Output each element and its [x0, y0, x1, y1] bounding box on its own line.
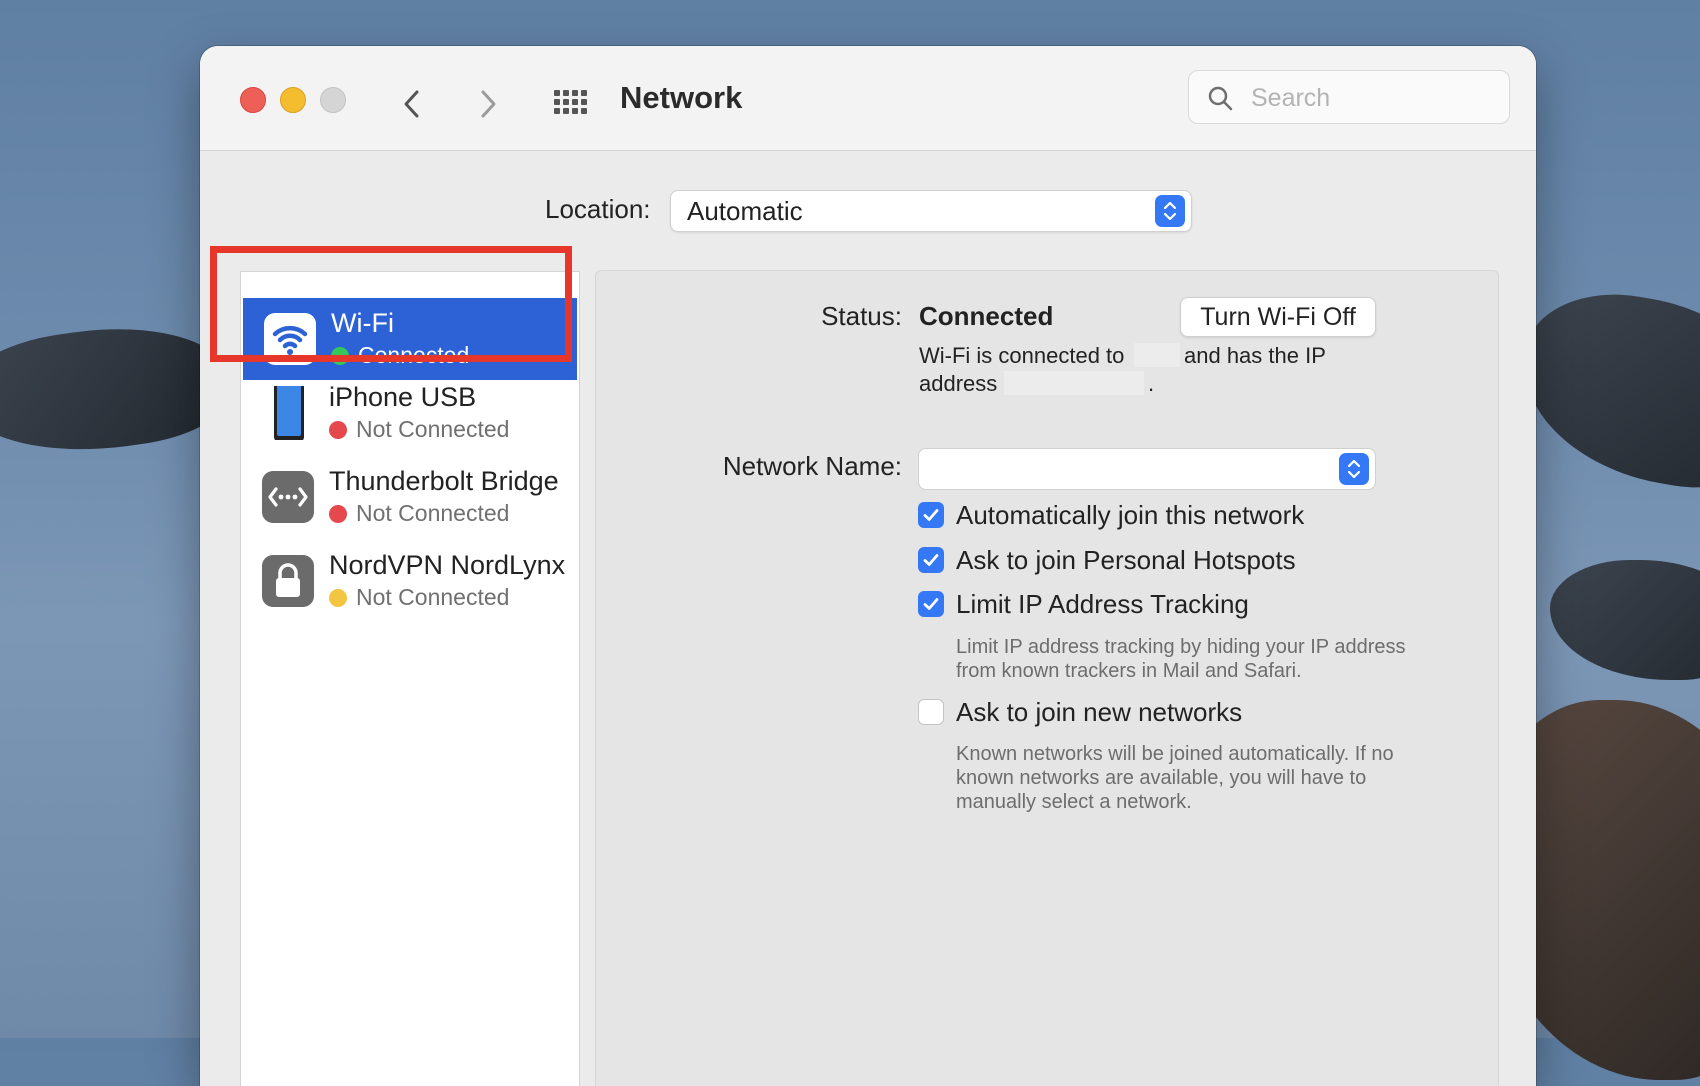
personal-hotspots-label: Ask to join Personal Hotspots	[956, 545, 1296, 575]
service-name: Thunderbolt Bridge	[329, 466, 559, 496]
search-icon	[1208, 86, 1233, 111]
auto-join-label: Automatically join this network	[956, 500, 1305, 530]
new-networks-help: Known networks will be joined automatica…	[956, 743, 1394, 813]
connection-description-end: .	[1148, 371, 1155, 396]
search-field[interactable]	[1188, 70, 1510, 124]
close-button[interactable]	[240, 87, 266, 113]
checkmark-icon	[923, 509, 939, 521]
desktop-rock	[1550, 560, 1700, 680]
redacted-ip-address	[1004, 371, 1144, 395]
up-down-chevron-icon	[1163, 201, 1177, 221]
service-name: NordVPN NordLynx	[329, 550, 566, 580]
location-select[interactable]: Automatic	[670, 190, 1192, 232]
show-all-button[interactable]	[550, 84, 590, 124]
grid-icon	[554, 90, 587, 114]
minimize-button[interactable]	[280, 87, 306, 113]
auto-join-checkbox[interactable]	[918, 502, 944, 528]
network-preferences-window: Network Location: Automatic Wi-Fi Connec…	[200, 46, 1536, 1086]
location-value: Automatic	[687, 196, 803, 226]
limit-ip-tracking-label: Limit IP Address Tracking	[956, 589, 1249, 619]
lock-icon	[262, 555, 314, 607]
redacted-network-name	[1134, 343, 1180, 367]
back-button[interactable]	[394, 86, 430, 122]
location-stepper[interactable]	[1155, 195, 1185, 227]
page-title: Network	[620, 80, 743, 115]
status-dot-red	[329, 505, 347, 523]
checkmark-icon	[923, 554, 939, 566]
service-status-text: Not Connected	[356, 500, 510, 526]
zoom-button[interactable]	[320, 87, 346, 113]
chevron-left-icon	[404, 90, 419, 118]
search-input[interactable]	[1249, 79, 1493, 117]
location-label: Location:	[545, 194, 651, 224]
thunderbolt-bridge-icon	[262, 471, 314, 523]
status-dot-yellow	[329, 589, 347, 607]
service-name: iPhone USB	[329, 382, 477, 412]
status-dot-red	[329, 421, 347, 439]
network-name-label: Network Name:	[722, 451, 902, 481]
iphone-icon	[274, 386, 304, 440]
service-list[interactable]: Wi-Fi Connected iPhone USB Not Connected…	[240, 271, 580, 1086]
connection-description-1: Wi-Fi is connected to	[919, 343, 1125, 368]
detail-panel: Status: Connected Turn Wi-Fi Off Wi-Fi i…	[595, 270, 1499, 1086]
service-status-text: Not Connected	[356, 584, 510, 610]
connection-description-2: and has the IP	[1184, 343, 1326, 368]
highlight-box	[210, 246, 572, 362]
forward-button[interactable]	[470, 86, 506, 122]
limit-ip-tracking-help: Limit IP address tracking by hiding your…	[956, 636, 1406, 682]
ask-new-networks-label: Ask to join new networks	[956, 697, 1243, 727]
title-bar: Network	[200, 46, 1536, 151]
up-down-chevron-icon	[1347, 459, 1361, 479]
service-item-nordvpn[interactable]: NordVPN NordLynx Not Connected	[241, 540, 579, 622]
service-status: Not Connected	[329, 416, 509, 443]
checkmark-icon	[923, 598, 939, 610]
network-name-stepper[interactable]	[1339, 453, 1369, 485]
status-value: Connected	[919, 301, 1054, 331]
ask-new-networks-checkbox[interactable]	[918, 699, 944, 725]
service-status: Not Connected	[329, 500, 509, 527]
turn-wifi-off-button[interactable]: Turn Wi-Fi Off	[1180, 297, 1376, 337]
limit-ip-tracking-checkbox[interactable]	[918, 591, 944, 617]
chevron-right-icon	[481, 90, 496, 118]
personal-hotspots-checkbox[interactable]	[918, 547, 944, 573]
service-status: Not Connected	[329, 584, 509, 611]
connection-description-3: address	[919, 371, 998, 396]
service-item-thunderbolt-bridge[interactable]: Thunderbolt Bridge Not Connected	[241, 456, 579, 538]
service-status-text: Not Connected	[356, 416, 510, 442]
network-name-select[interactable]	[918, 448, 1376, 490]
service-item-iphone-usb[interactable]: iPhone USB Not Connected	[241, 372, 579, 454]
status-label: Status:	[821, 301, 902, 331]
